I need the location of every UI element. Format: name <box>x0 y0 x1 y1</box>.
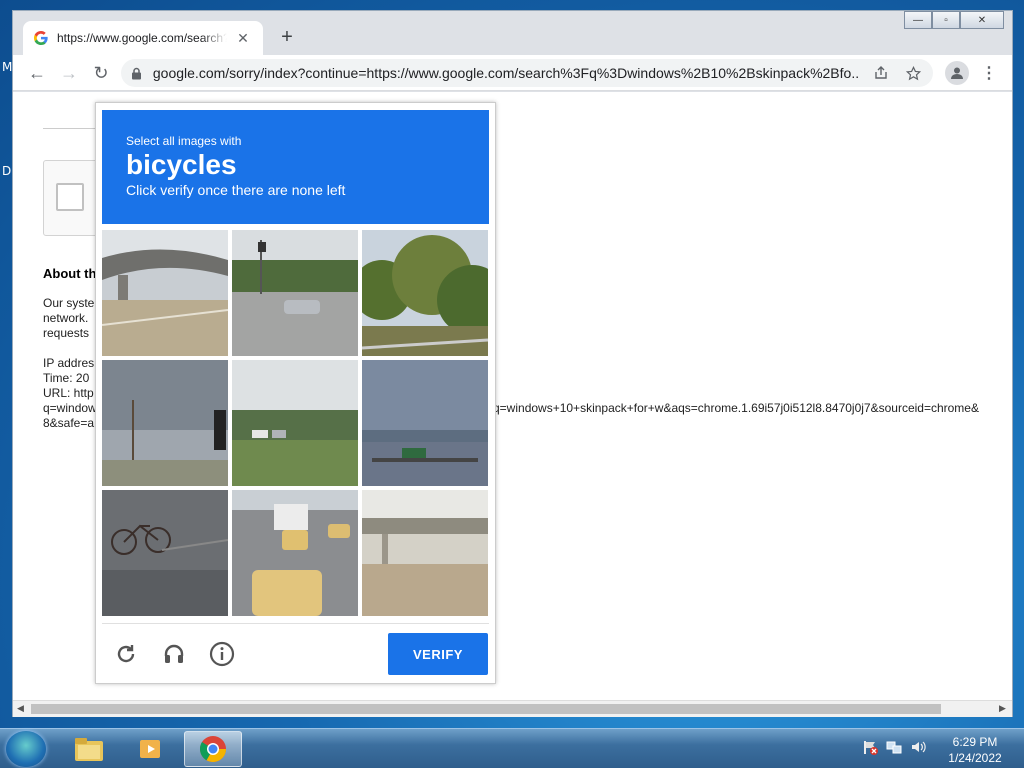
action-center-flag-icon[interactable] <box>862 739 878 755</box>
back-button[interactable]: ← <box>25 61 49 85</box>
image-tile-taxis[interactable] <box>232 490 358 616</box>
image-tile-trees[interactable] <box>362 230 488 356</box>
media-player-icon <box>140 740 160 758</box>
tab-strip: https://www.google.com/search?q= ✕ + — ▫… <box>13 11 1012 55</box>
meta-line: Time: 20 <box>43 371 90 385</box>
image-tile-road-sky[interactable] <box>102 360 228 486</box>
footer-divider <box>102 623 489 624</box>
verify-button[interactable]: VERIFY <box>388 633 488 675</box>
window-controls: — ▫ ✕ <box>904 11 1004 29</box>
volume-icon[interactable] <box>910 739 926 755</box>
url-tail-text: q=windows+10+skinpack+for+w&aqs=chrome.1… <box>493 401 979 415</box>
image-grid <box>102 230 489 617</box>
body-line: Our syste <box>43 296 95 310</box>
desktop-label: D <box>2 164 12 178</box>
taskbar: 6:29 PM 1/24/2022 <box>0 728 1024 768</box>
meta-line: IP addres <box>43 356 95 370</box>
tab-google-search[interactable]: https://www.google.com/search?q= ✕ <box>23 21 263 55</box>
tab-title: https://www.google.com/search?q= <box>57 31 227 45</box>
image-tile-highway-sign[interactable] <box>362 360 488 486</box>
meta-line: 8&safe=a <box>43 416 95 430</box>
image-tile-parking-lot[interactable] <box>232 360 358 486</box>
audio-challenge-icon[interactable] <box>160 640 188 668</box>
taskbar-chrome[interactable] <box>184 731 242 767</box>
share-icon[interactable] <box>871 66 891 80</box>
clock-date: 1/24/2022 <box>948 751 1002 765</box>
clock-time: 6:29 PM <box>952 735 998 749</box>
system-clock[interactable]: 6:29 PM 1/24/2022 <box>940 734 1010 766</box>
desktop-label: M <box>2 60 13 74</box>
challenge-prompt: Select all images with <box>126 134 242 148</box>
about-heading: About th <box>43 266 97 281</box>
browser-toolbar: ← → ↻ google.com/sorry/index?continue=ht… <box>13 55 1012 91</box>
recaptcha-checkbox[interactable] <box>56 183 84 211</box>
image-tile-bicycle[interactable] <box>102 490 228 616</box>
scroll-right-icon[interactable]: ▶ <box>999 703 1006 714</box>
close-window-button[interactable]: ✕ <box>960 11 1004 29</box>
body-line: requests <box>43 326 90 340</box>
browser-window: https://www.google.com/search?q= ✕ + — ▫… <box>12 10 1013 717</box>
reload-challenge-icon[interactable] <box>112 640 140 668</box>
profile-avatar-icon[interactable] <box>945 61 969 85</box>
minimize-button[interactable]: — <box>904 11 932 29</box>
lock-icon <box>131 67 145 80</box>
challenge-instruction: Click verify once there are none left <box>126 182 346 198</box>
divider <box>43 128 103 129</box>
page-viewport: About th Our syste network. requests IP … <box>13 92 1012 700</box>
body-line: network. <box>43 311 89 325</box>
scrollbar-thumb[interactable] <box>31 704 941 714</box>
system-tray <box>862 739 926 755</box>
tab-close-icon[interactable]: ✕ <box>235 30 251 47</box>
forward-button[interactable]: → <box>57 61 81 85</box>
image-tile-overpass-wide[interactable] <box>362 490 488 616</box>
challenge-header: Select all images with bicycles Click ve… <box>102 110 489 224</box>
horizontal-scrollbar[interactable]: ◀ ▶ <box>13 700 1012 717</box>
recaptcha-challenge: Select all images with bicycles Click ve… <box>95 102 496 684</box>
reload-button[interactable]: ↻ <box>89 61 113 85</box>
browser-menu-icon[interactable]: ⋮ <box>979 61 999 85</box>
url-text: google.com/sorry/index?continue=https://… <box>152 65 860 81</box>
meta-line: URL: http <box>43 386 94 400</box>
taskbar-media-player[interactable] <box>122 731 180 767</box>
network-icon[interactable] <box>886 739 902 755</box>
maximize-button[interactable]: ▫ <box>932 11 960 29</box>
google-favicon-icon <box>33 30 49 46</box>
address-bar[interactable]: google.com/sorry/index?continue=https://… <box>121 59 933 87</box>
start-button[interactable] <box>6 731 46 767</box>
scroll-left-icon[interactable]: ◀ <box>17 703 24 714</box>
taskbar-explorer[interactable] <box>60 731 118 767</box>
info-icon[interactable] <box>208 640 236 668</box>
chrome-icon <box>199 736 227 763</box>
recaptcha-widget <box>43 160 103 236</box>
folder-icon <box>75 738 103 761</box>
challenge-target: bicycles <box>126 149 237 180</box>
image-tile-road-car[interactable] <box>232 230 358 356</box>
bookmark-star-icon[interactable] <box>903 65 923 81</box>
image-tile-overpass[interactable] <box>102 230 228 356</box>
new-tab-button[interactable]: + <box>275 25 299 49</box>
meta-line: q=window <box>43 401 97 415</box>
